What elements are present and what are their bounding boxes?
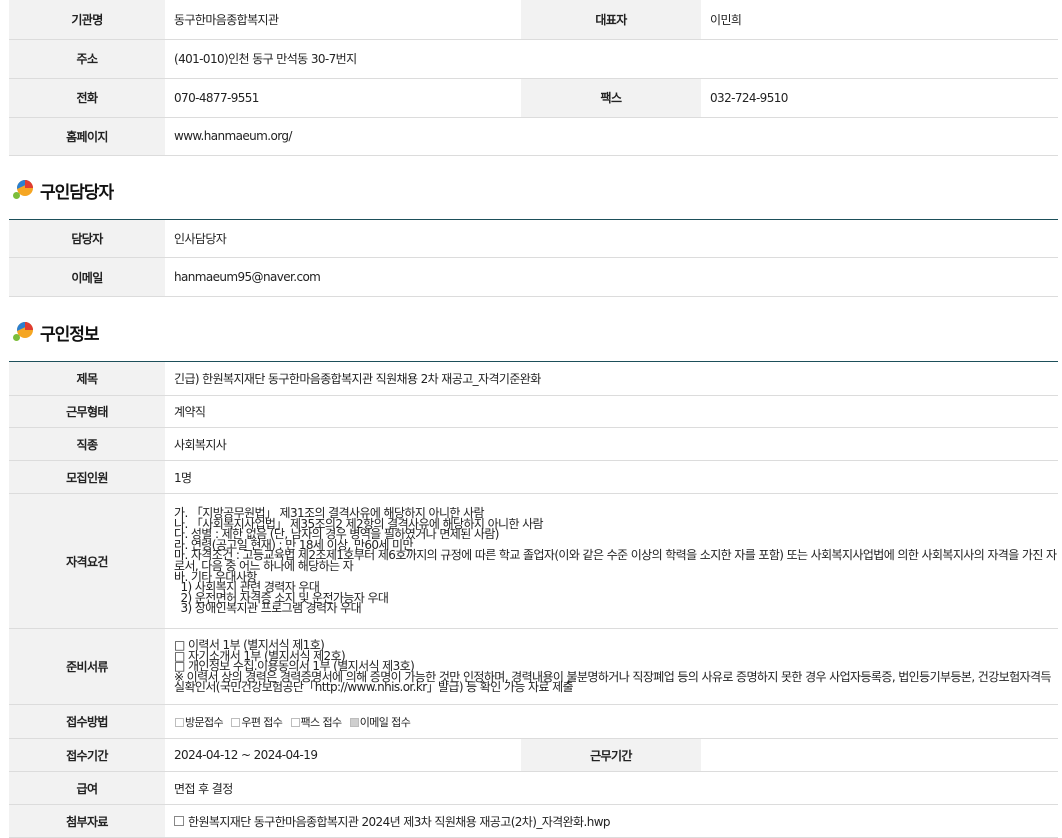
- contact-section-title: 구인담당자: [40, 182, 114, 203]
- salary-label: 급여: [9, 771, 165, 805]
- visit-checkbox[interactable]: [175, 718, 184, 727]
- docs-row: 준비서류 □ 이력서 1부 (별지서식 제1호) □ 자기소개서 1부 (별지서…: [9, 628, 1058, 705]
- home-link[interactable]: www.hanmaeum.org/: [165, 117, 1058, 156]
- mail-label: 우편 접수: [241, 715, 283, 729]
- home-label: 홈페이지: [9, 117, 165, 156]
- subject-value: 긴급) 한원복지재단 동구한마음종합복지관 직원채용 2차 재공고_자격기준완화: [165, 361, 1058, 396]
- attach-link[interactable]: 한원복지재단 동구한마음종합복지관 2024년 제3차 직원채용 재공고(2차)…: [188, 815, 611, 829]
- docs-label: 준비서류: [9, 628, 165, 705]
- quals-value: 가. 「지방공무원법」 제31조의 결격사유에 해당하지 아니한 사람 나. 「…: [165, 493, 1058, 629]
- headcount-row: 모집인원 1명: [9, 460, 1058, 494]
- org-name-row: 기관명 동구한마음종합복지관 대표자 이민희: [9, 0, 1058, 40]
- file-icon: [174, 816, 184, 826]
- addr-row: 주소 (401-010)인천 동구 만석동 30-7번지: [9, 39, 1058, 79]
- worktype-row: 근무형태 계약직: [9, 395, 1058, 428]
- contact-table: 담당자 인사담당자 이메일 hanmaeum95@naver.com: [9, 219, 1058, 297]
- fax-checkbox[interactable]: [290, 718, 300, 727]
- rep-value: 이민희: [701, 0, 1058, 40]
- method-email-option[interactable]: 이메일 접수: [349, 716, 411, 729]
- period-label: 접수기간: [9, 738, 165, 772]
- section-bullet-icon: [12, 320, 38, 344]
- contact-section-header: 구인담당자: [12, 176, 114, 204]
- fax-method-label: 팩스 접수: [300, 715, 343, 729]
- rep-label: 대표자: [521, 0, 701, 40]
- method-options: 방문접수 우편 접수 팩스 접수 이메일 접수: [165, 704, 1058, 739]
- docs-value: □ 이력서 1부 (별지서식 제1호) □ 자기소개서 1부 (별지서식 제2호…: [165, 628, 1058, 705]
- fax-value: 032-724-9510: [701, 78, 1058, 118]
- job-section-header: 구인정보: [12, 318, 100, 346]
- email-method-label: 이메일 접수: [359, 715, 411, 729]
- email-row: 이메일 hanmaeum95@naver.com: [9, 257, 1058, 297]
- tel-row: 전화 070-4877-9551 팩스 032-724-9510: [9, 78, 1058, 118]
- quals-label: 자격요건: [9, 493, 165, 629]
- method-fax-option[interactable]: 팩스 접수: [290, 716, 342, 729]
- quals-line: 3) 장애인복지관 프로그램 경력자 우대: [174, 601, 362, 616]
- tel-value: 070-4877-9551: [165, 78, 521, 118]
- worktype-label: 근무형태: [9, 395, 165, 428]
- method-visit-option[interactable]: 방문접수: [174, 715, 224, 729]
- workperiod-label: 근무기간: [521, 738, 701, 772]
- quals-row: 자격요건 가. 「지방공무원법」 제31조의 결격사유에 해당하지 아니한 사람…: [9, 493, 1058, 629]
- period-row: 접수기간 2024-04-12 ~ 2024-04-19 근무기간: [9, 738, 1058, 772]
- headcount-label: 모집인원: [9, 460, 165, 494]
- headcount-value: 1명: [165, 460, 1058, 494]
- email-value: hanmaeum95@naver.com: [165, 257, 1058, 297]
- subject-row: 제목 긴급) 한원복지재단 동구한마음종합복지관 직원채용 2차 재공고_자격기…: [9, 361, 1058, 396]
- period-value: 2024-04-12 ~ 2024-04-19: [165, 738, 521, 772]
- section-bullet-icon: [12, 178, 38, 202]
- fax-label: 팩스: [521, 78, 701, 118]
- salary-row: 급여 면접 후 결정: [9, 771, 1058, 805]
- org-info-table: 기관명 동구한마음종합복지관 대표자 이민희 주소 (401-010)인천 동구…: [9, 0, 1058, 156]
- person-value: 인사담당자: [165, 219, 1058, 258]
- person-label: 담당자: [9, 219, 165, 258]
- jobtype-row: 직종 사회복지사: [9, 427, 1058, 461]
- person-row: 담당자 인사담당자: [9, 219, 1058, 258]
- addr-label: 주소: [9, 39, 165, 79]
- mail-checkbox[interactable]: [231, 718, 241, 727]
- tel-label: 전화: [9, 78, 165, 118]
- jobtype-label: 직종: [9, 427, 165, 461]
- job-table: 제목 긴급) 한원복지재단 동구한마음종합복지관 직원채용 2차 재공고_자격기…: [9, 361, 1058, 838]
- method-mail-option[interactable]: 우편 접수: [230, 715, 283, 729]
- worktype-value: 계약직: [165, 395, 1058, 428]
- jobtype-value: 사회복지사: [165, 427, 1058, 461]
- home-row: 홈페이지 www.hanmaeum.org/: [9, 117, 1058, 156]
- quals-line: 로서, 다음 중 어느 하나에 해당하는 자: [174, 559, 354, 573]
- email-label: 이메일: [9, 257, 165, 297]
- org-name-value: 동구한마음종합복지관: [165, 0, 521, 40]
- email-checkbox[interactable]: [349, 718, 359, 727]
- method-label: 접수방법: [9, 704, 165, 739]
- job-section-title: 구인정보: [40, 324, 100, 345]
- org-name-label: 기관명: [9, 0, 165, 40]
- addr-value: (401-010)인천 동구 만석동 30-7번지: [165, 39, 1058, 79]
- visit-label: 방문접수: [185, 715, 224, 729]
- method-row: 접수방법 방문접수 우편 접수 팩스 접수 이메일 접수: [9, 704, 1058, 739]
- workperiod-value: [701, 738, 1058, 772]
- salary-value: 면접 후 결정: [165, 771, 1058, 805]
- subject-label: 제목: [9, 361, 165, 396]
- docs-line: 실확인서(국민건강보험공단「http://www.nhis.or.kr」발급) …: [174, 680, 574, 695]
